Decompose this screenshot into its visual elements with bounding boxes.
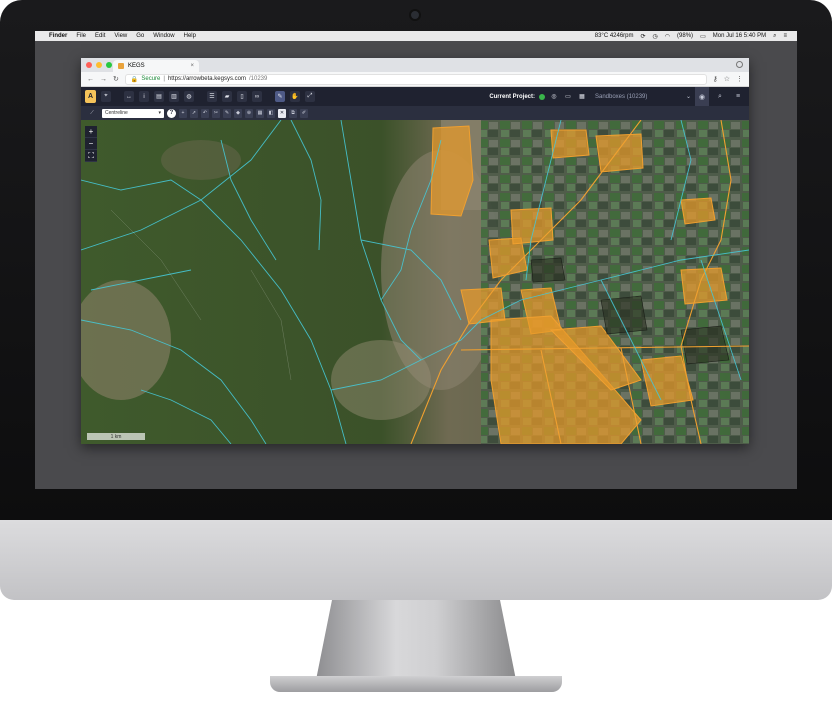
project-area: Current Project: ◎ ▭ ▦ Sandboxes (10239)… [489, 87, 745, 106]
menu-view[interactable]: View [114, 33, 127, 39]
browser-menu-icon[interactable]: ⋮ [736, 75, 743, 83]
bookmark-star-icon[interactable]: ☆ [724, 75, 730, 83]
merge-icon[interactable]: ⊕ [245, 108, 253, 118]
zoom-window-button[interactable] [106, 62, 112, 68]
chevron-down-icon: ⌄ [685, 94, 691, 100]
time-machine-icon[interactable]: ◷ [653, 33, 658, 40]
layers-icon[interactable]: ▤ [154, 91, 164, 102]
comment-icon[interactable]: ▰ [222, 91, 232, 102]
profile-icon[interactable] [736, 61, 743, 68]
menu-edit[interactable]: Edit [95, 33, 105, 39]
close-window-button[interactable] [86, 62, 92, 68]
document-icon[interactable]: ▯ [237, 91, 247, 102]
hamburger-menu-icon[interactable]: ≡ [731, 87, 745, 106]
list-icon[interactable]: ☰ [207, 91, 217, 102]
key-icon[interactable]: ⚷ [713, 75, 718, 83]
location-pin-icon[interactable]: ⌖ [101, 91, 111, 102]
url-input[interactable]: 🔒 Secure | https://arrowbeta.kegsys.com /… [124, 73, 707, 85]
menubar-app-name[interactable]: Finder [49, 33, 67, 39]
line-tool-icon[interactable]: ⟋ [85, 109, 99, 118]
calendar-icon[interactable]: ▦ [577, 91, 587, 102]
wifi-icon[interactable]: ◠ [665, 33, 670, 40]
camera-icon [409, 9, 421, 21]
app-toolbar: A ⌖ ↔ i ▤ ▥ ◍ ☰ ▰ ▯ ∞ ✎ ✋ ⤢ Current Proj… [81, 87, 749, 106]
pencil-icon[interactable]: ✎ [223, 108, 231, 118]
app-logo[interactable]: A [85, 90, 96, 103]
menu-go[interactable]: Go [136, 33, 144, 39]
fullscreen-icon[interactable]: ⤢ [305, 91, 315, 102]
menu-help[interactable]: Help [184, 33, 196, 39]
address-bar-row: ← → ↻ 🔒 Secure | https://arrowbeta.kegsy… [81, 72, 749, 87]
globe-icon[interactable]: ◍ [184, 91, 194, 102]
delete-icon[interactable]: ✕ [278, 108, 286, 118]
plus-tool-icon[interactable]: + [179, 108, 187, 118]
browser-tab-strip: KEGS × [81, 58, 749, 72]
satellite-map [81, 120, 749, 444]
pointer-tool-icon[interactable]: ➚ [190, 108, 198, 118]
grid-icon[interactable]: ▦ [256, 108, 264, 118]
layer-select[interactable]: Centreline ▾ [102, 108, 164, 118]
forward-icon[interactable]: → [100, 76, 107, 83]
temperature-status[interactable]: 83°C 4246rpm [595, 33, 634, 39]
reload-icon[interactable]: ↻ [113, 75, 119, 83]
sync-icon[interactable]: ⟳ [641, 33, 646, 40]
link-icon[interactable]: ∞ [252, 91, 262, 102]
scissors-icon[interactable]: ✂ [212, 108, 220, 118]
chevron-down-icon: ▾ [158, 110, 161, 116]
menu-window[interactable]: Window [153, 33, 174, 39]
eye-icon[interactable]: ◉ [695, 87, 709, 106]
chart-icon[interactable]: ▥ [169, 91, 179, 102]
battery-status[interactable]: (98%) [677, 33, 693, 39]
undo-icon[interactable]: ↶ [201, 108, 209, 118]
imac-stand-foot [270, 676, 562, 692]
shapes-icon[interactable]: ◧ [267, 108, 275, 118]
menubar-datetime[interactable]: Mon Jul 16 5:40 PM [713, 33, 766, 39]
hand-tool-icon[interactable]: ✋ [290, 91, 300, 102]
notification-icon[interactable]: ≡ [783, 33, 787, 39]
browser-window: KEGS × ← → ↻ 🔒 Secure | https://arrowbet… [81, 58, 749, 444]
info-icon[interactable]: i [139, 91, 149, 102]
close-tab-icon[interactable]: × [190, 63, 194, 69]
back-icon[interactable]: ← [87, 76, 94, 83]
project-name: Sandboxes (10239) [595, 93, 648, 100]
window-controls [86, 62, 112, 68]
arrows-icon[interactable]: ↔ [124, 91, 134, 102]
menu-file[interactable]: File [76, 33, 86, 39]
fit-bounds-icon[interactable]: ⛶ [85, 150, 97, 162]
mac-menubar: Finder File Edit View Go Window Help 83°… [35, 31, 797, 41]
flag-icon[interactable]: ▭ [700, 33, 706, 40]
zoom-out-button[interactable]: − [85, 138, 97, 150]
browser-tab[interactable]: KEGS × [113, 60, 199, 72]
imac-stand [316, 600, 516, 680]
node-icon[interactable]: ◆ [234, 108, 242, 118]
target-icon[interactable]: ◎ [549, 91, 559, 102]
current-project-label: Current Project: [489, 93, 535, 100]
lock-icon: 🔒 [130, 76, 139, 83]
secure-label: Secure [141, 76, 161, 82]
scale-bar: 1 km [87, 433, 145, 440]
folder-icon[interactable]: ▭ [563, 91, 573, 102]
map-canvas[interactable]: + − ⛶ 1 km [81, 120, 749, 444]
imac-chin [0, 520, 832, 600]
minimize-window-button[interactable] [96, 62, 102, 68]
search-icon[interactable]: ⌕ [713, 87, 727, 106]
edit-toolbar: ⟋ Centreline ▾ ? + ➚ ↶ ✂ ✎ ◆ ⊕ ▦ ◧ ✕ ⧉ ✐ [81, 106, 749, 120]
screen: Finder File Edit View Go Window Help 83°… [35, 31, 797, 489]
spotlight-icon[interactable]: ⌕ [773, 33, 776, 40]
menubar-status-area: 83°C 4246rpm ⟳ ◷ ◠ (98%) ▭ Mon Jul 16 5:… [595, 33, 797, 40]
project-status-dot [539, 93, 545, 100]
zoom-control: + − ⛶ [85, 126, 97, 162]
url-host: https://arrowbeta.kegsys.com [167, 76, 246, 82]
layer-select-value: Centreline [105, 110, 128, 116]
paint-icon[interactable]: ✐ [300, 108, 308, 118]
split-icon[interactable]: ⧉ [289, 108, 297, 118]
zoom-in-button[interactable]: + [85, 126, 97, 138]
tab-title: KEGS [128, 63, 145, 69]
scale-label: 1 km [110, 433, 122, 440]
favicon-icon [118, 63, 124, 69]
help-icon[interactable]: ? [167, 108, 176, 118]
url-path: /10239 [248, 76, 268, 82]
draw-tool-icon[interactable]: ✎ [275, 91, 285, 102]
project-select[interactable]: Sandboxes (10239) ⌄ [591, 91, 691, 103]
